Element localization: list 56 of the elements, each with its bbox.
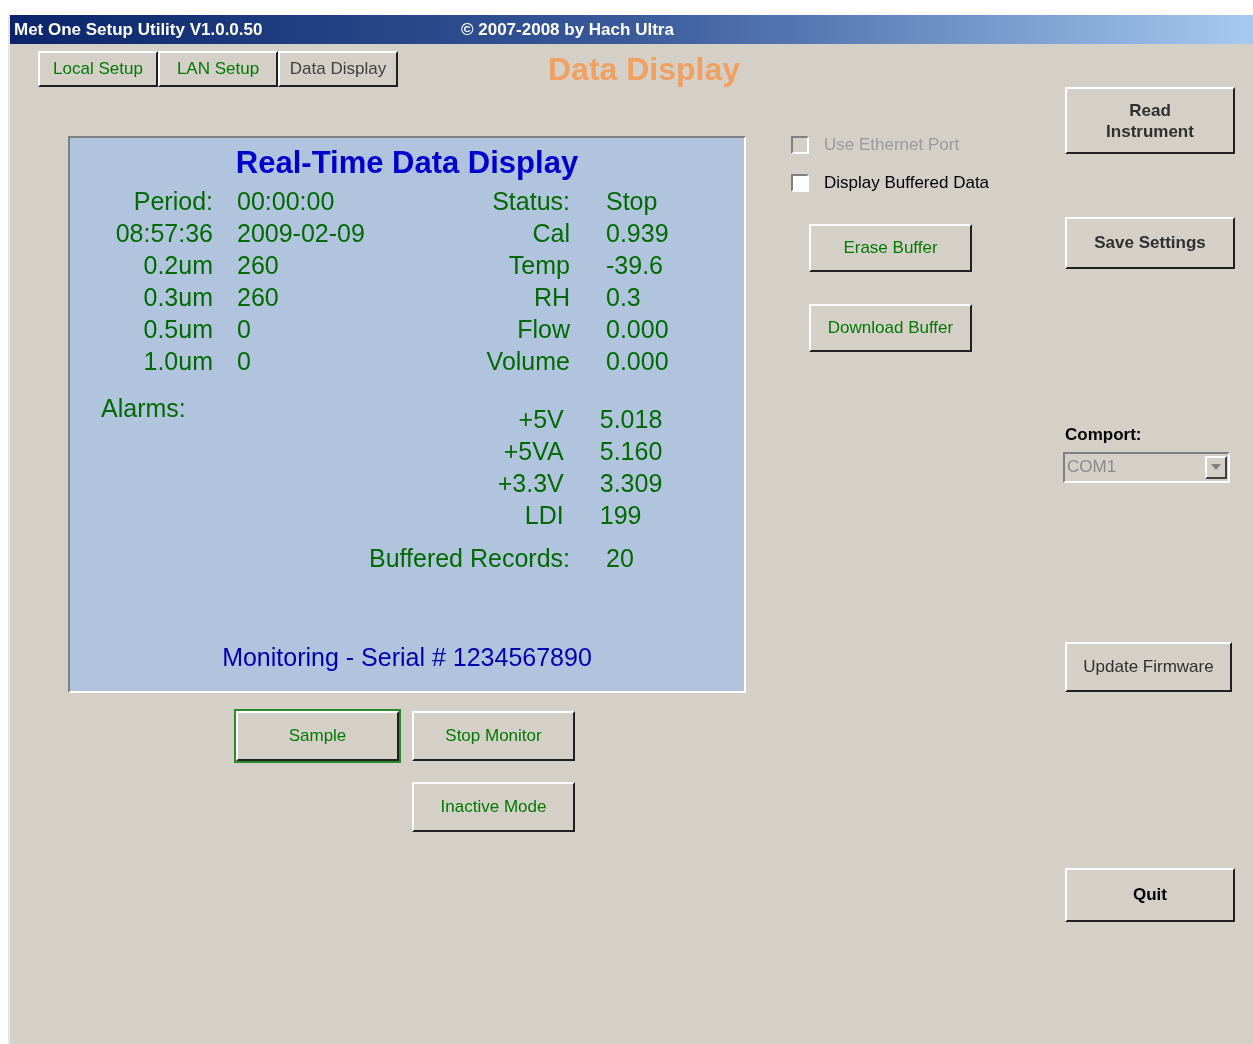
voltage-value: 5.018 xyxy=(599,404,663,435)
checkbox-label: Use Ethernet Port xyxy=(824,134,960,157)
buffer-button[interactable]: Download Buffer xyxy=(809,304,972,352)
alarms-label: Alarms: xyxy=(101,393,186,424)
reading-value: 0 xyxy=(237,314,252,345)
voltage-value: 199 xyxy=(599,500,642,531)
checkbox[interactable] xyxy=(791,174,809,192)
reading-label: Volume xyxy=(485,346,570,377)
save-settings-button[interactable]: Save Settings xyxy=(1065,217,1235,269)
reading-value: 0.3 xyxy=(606,282,641,313)
reading-label: RH xyxy=(532,282,570,313)
reading-label: Flow xyxy=(516,314,570,345)
display-title: Real-Time Data Display xyxy=(234,144,580,182)
copyright-text: © 2007-2008 by Hach Ultra xyxy=(461,18,674,41)
reading-value: 0.000 xyxy=(606,314,669,345)
tab[interactable]: LAN Setup xyxy=(158,51,278,87)
reading-value: 0 xyxy=(237,346,252,377)
reading-label: Cal xyxy=(531,218,570,249)
checkbox-label: Display Buffered Data xyxy=(824,172,990,195)
mode-button[interactable]: Sample xyxy=(236,711,399,761)
read-instrument-button[interactable]: Read Instrument xyxy=(1065,87,1235,154)
reading-label: 0.3um xyxy=(142,282,213,313)
reading-value: 0.000 xyxy=(606,346,669,377)
reading-value: 260 xyxy=(237,250,280,281)
window-title: Met One Setup Utility V1.0.0.50 xyxy=(14,18,264,41)
reading-label: 08:57:36 xyxy=(114,218,213,249)
voltage-label: +3.3V xyxy=(496,468,564,499)
reading-label: 0.2um xyxy=(142,250,213,281)
mode-button[interactable]: Stop Monitor xyxy=(412,711,575,761)
voltage-value: 5.160 xyxy=(599,436,663,467)
reading-label: Temp xyxy=(507,250,570,281)
page-heading: Data Display xyxy=(548,50,741,89)
reading-value: 0.939 xyxy=(606,218,669,249)
quit-button[interactable]: Quit xyxy=(1065,867,1235,922)
voltage-label: +5V xyxy=(517,404,564,435)
comport-label: Comport: xyxy=(1065,424,1143,446)
voltage-label: LDI xyxy=(523,500,564,531)
reading-label: 1.0um xyxy=(142,346,213,377)
reading-label: 0.5um xyxy=(142,314,213,345)
buffer-button[interactable]: Erase Buffer xyxy=(809,224,972,272)
reading-value: 2009-02-09 xyxy=(237,218,366,249)
reading-value: 00:00:00 xyxy=(237,186,336,217)
reading-label: Period: xyxy=(132,186,213,217)
buffered-records-value: 20 xyxy=(606,543,634,574)
reading-value: 260 xyxy=(237,282,280,313)
mode-button[interactable]: Inactive Mode xyxy=(412,782,575,832)
tab[interactable]: Data Display xyxy=(278,51,398,87)
update-firmware-button[interactable]: Update Firmware xyxy=(1065,641,1232,692)
voltage-label: +5VA xyxy=(502,436,564,467)
reading-value: -39.6 xyxy=(606,250,663,281)
reading-label: Status: xyxy=(491,186,570,217)
voltage-value: 3.309 xyxy=(599,468,663,499)
buffered-records-label: Buffered Records: xyxy=(367,543,570,574)
reading-value: Stop xyxy=(606,186,658,217)
tab[interactable]: Local Setup xyxy=(38,51,158,87)
status-footer: Monitoring - Serial # 1234567890 xyxy=(70,641,744,673)
